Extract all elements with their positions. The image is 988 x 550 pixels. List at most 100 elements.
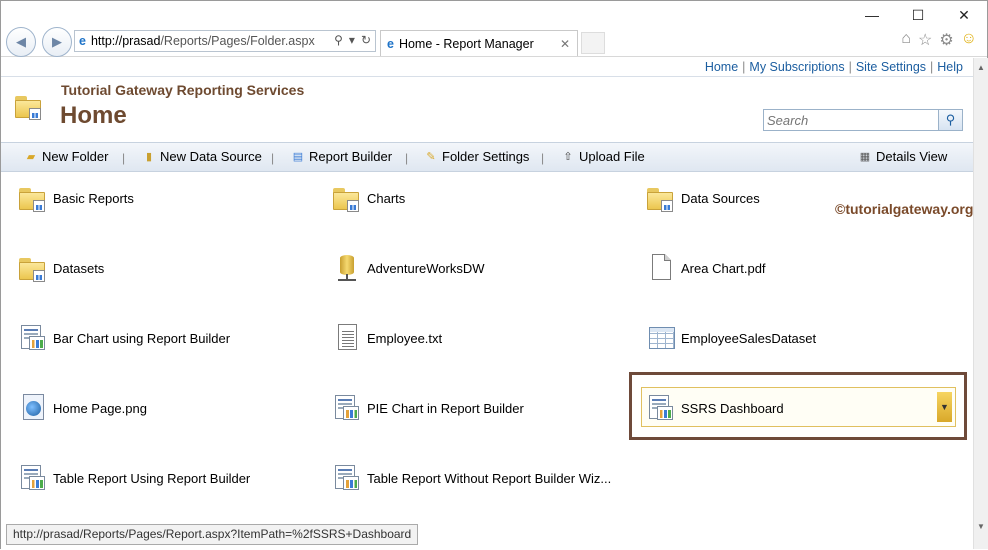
chevron-down-icon: ▼ bbox=[940, 402, 949, 412]
scroll-down-icon[interactable]: ▼ bbox=[974, 519, 988, 533]
item-label[interactable]: Data Sources bbox=[681, 191, 760, 206]
ie-logo-icon: e bbox=[387, 36, 394, 51]
new-folder-label: New Folder bbox=[42, 149, 109, 164]
divider bbox=[1, 76, 973, 77]
page-title: Home bbox=[60, 102, 127, 129]
favorites-star-icon[interactable]: ☆ bbox=[918, 30, 932, 50]
dataset-icon bbox=[645, 322, 677, 354]
new-tab-button[interactable] bbox=[581, 32, 605, 54]
list-item[interactable]: Basic Reports bbox=[17, 181, 134, 215]
vertical-scrollbar[interactable]: ▲ ▼ bbox=[973, 58, 988, 549]
details-view-icon: ▦ bbox=[859, 151, 871, 163]
link-site-settings[interactable]: Site Settings bbox=[856, 60, 926, 74]
upload-arrow-icon: ⇧ bbox=[563, 151, 573, 163]
new-data-source-label: New Data Source bbox=[160, 149, 262, 164]
status-url-tooltip: http://prasad/Reports/Pages/Report.aspx?… bbox=[6, 524, 419, 545]
item-label[interactable]: Bar Chart using Report Builder bbox=[53, 331, 230, 346]
list-item[interactable]: SSRS Dashboard bbox=[645, 391, 784, 425]
link-help[interactable]: Help bbox=[937, 60, 963, 74]
toolbar-separator: | bbox=[271, 151, 275, 165]
site-title: Tutorial Gateway Reporting Services bbox=[61, 82, 305, 98]
list-item[interactable]: PIE Chart in Report Builder bbox=[331, 391, 524, 425]
tab-title: Home - Report Manager bbox=[398, 36, 534, 51]
browser-window: — ☐ ✕ ◀ ▶ e http://prasad/Reports/Pages/… bbox=[0, 0, 988, 550]
browser-tab[interactable]: e Home - Report Manager ✕ bbox=[380, 30, 578, 56]
report-manager-page: Home | My Subscriptions | Site Settings | Help… bbox=[1, 58, 973, 550]
list-item[interactable]: EmployeeSalesDataset bbox=[645, 321, 816, 355]
dropdown-arrow-icon[interactable]: ▾ bbox=[349, 33, 355, 47]
new-data-source-button[interactable]: ▮ New Data Source bbox=[141, 149, 262, 164]
folder-icon bbox=[331, 182, 363, 214]
link-my-subscriptions[interactable]: My Subscriptions bbox=[749, 60, 844, 74]
list-item[interactable]: Employee.txt bbox=[331, 321, 442, 355]
toolbar-separator: | bbox=[122, 151, 126, 165]
minimize-button[interactable]: — bbox=[849, 3, 895, 27]
report-icon bbox=[17, 462, 49, 494]
folder-icon bbox=[17, 252, 49, 284]
list-item[interactable]: Charts bbox=[331, 181, 405, 215]
search-input[interactable] bbox=[763, 109, 939, 131]
item-label[interactable]: PIE Chart in Report Builder bbox=[367, 401, 524, 416]
browser-right-icons: ⌂ ☆ ⚙ ☺ bbox=[901, 30, 977, 50]
toolbar-separator: | bbox=[405, 151, 409, 165]
back-button[interactable]: ◀ bbox=[6, 27, 36, 57]
address-url-host: http://prasad bbox=[90, 34, 161, 48]
maximize-button[interactable]: ☐ bbox=[895, 3, 941, 27]
text-file-icon bbox=[331, 322, 363, 354]
search-icon[interactable]: ⚲ bbox=[334, 33, 343, 47]
new-data-source-icon: ▮ bbox=[145, 151, 153, 163]
item-label[interactable]: Area Chart.pdf bbox=[681, 261, 766, 276]
report-builder-button[interactable]: ▤ Report Builder bbox=[290, 149, 392, 164]
item-label[interactable]: Table Report Using Report Builder bbox=[53, 471, 250, 486]
report-icon bbox=[331, 462, 363, 494]
item-label[interactable]: Home Page.png bbox=[53, 401, 147, 416]
list-item[interactable]: Datasets bbox=[17, 251, 104, 285]
address-bar[interactable]: e http://prasad/Reports/Pages/Folder.asp… bbox=[74, 30, 376, 52]
toolbar-separator: | bbox=[541, 151, 545, 165]
close-tab-icon[interactable]: ✕ bbox=[560, 37, 570, 51]
settings-gear-icon[interactable]: ⚙ bbox=[939, 30, 953, 50]
search-button[interactable]: ⚲ bbox=[938, 109, 963, 131]
refresh-icon[interactable]: ↻ bbox=[361, 33, 371, 47]
details-view-button[interactable]: ▦ Details View bbox=[857, 149, 948, 164]
search-icon: ⚲ bbox=[945, 112, 956, 127]
item-label[interactable]: EmployeeSalesDataset bbox=[681, 331, 816, 346]
forward-button[interactable]: ▶ bbox=[42, 27, 72, 57]
list-item[interactable]: Area Chart.pdf bbox=[645, 251, 766, 285]
item-label[interactable]: Employee.txt bbox=[367, 331, 442, 346]
home-folder-icon bbox=[13, 90, 45, 122]
list-item[interactable]: Bar Chart using Report Builder bbox=[17, 321, 230, 355]
item-menu-dropdown[interactable]: ▼ bbox=[937, 392, 952, 422]
item-label[interactable]: Charts bbox=[367, 191, 405, 206]
upload-file-button[interactable]: ⇧ Upload File bbox=[560, 149, 644, 164]
ie-logo-icon: e bbox=[79, 34, 86, 48]
toolbar: ▰ New Folder | ▮ New Data Source | ▤ Rep… bbox=[1, 142, 973, 172]
item-label[interactable]: Datasets bbox=[53, 261, 104, 276]
home-icon[interactable]: ⌂ bbox=[901, 30, 911, 50]
folder-icon bbox=[645, 182, 677, 214]
folder-settings-icon: ✎ bbox=[426, 151, 436, 163]
list-item[interactable]: Data Sources bbox=[645, 181, 760, 215]
list-item[interactable]: Table Report Using Report Builder bbox=[17, 461, 250, 495]
link-home[interactable]: Home bbox=[705, 60, 738, 74]
item-label[interactable]: SSRS Dashboard bbox=[681, 401, 784, 416]
folder-settings-button[interactable]: ✎ Folder Settings bbox=[423, 149, 529, 164]
item-label[interactable]: AdventureWorksDW bbox=[367, 261, 485, 276]
arrow-right-icon: ▶ bbox=[52, 34, 62, 49]
new-folder-button[interactable]: ▰ New Folder bbox=[23, 149, 109, 164]
report-builder-icon: ▤ bbox=[292, 151, 304, 163]
list-item[interactable]: Home Page.png bbox=[17, 391, 147, 425]
report-builder-label: Report Builder bbox=[309, 149, 393, 164]
scroll-up-icon[interactable]: ▲ bbox=[974, 60, 988, 74]
item-label[interactable]: Basic Reports bbox=[53, 191, 134, 206]
details-view-label: Details View bbox=[876, 149, 948, 164]
item-label[interactable]: Table Report Without Report Builder Wiz.… bbox=[367, 471, 611, 486]
address-url-path: /Reports/Pages/Folder.aspx bbox=[160, 34, 315, 48]
list-item[interactable]: AdventureWorksDW bbox=[331, 251, 485, 285]
feedback-smiley-icon[interactable]: ☺ bbox=[961, 30, 977, 50]
top-links: Home | My Subscriptions | Site Settings | Help bbox=[704, 60, 963, 74]
image-file-icon bbox=[17, 392, 49, 424]
close-window-button[interactable]: ✕ bbox=[941, 3, 987, 27]
browser-chrome: — ☐ ✕ ◀ ▶ e http://prasad/Reports/Pages/… bbox=[1, 1, 987, 57]
list-item[interactable]: Table Report Without Report Builder Wiz.… bbox=[331, 461, 611, 495]
